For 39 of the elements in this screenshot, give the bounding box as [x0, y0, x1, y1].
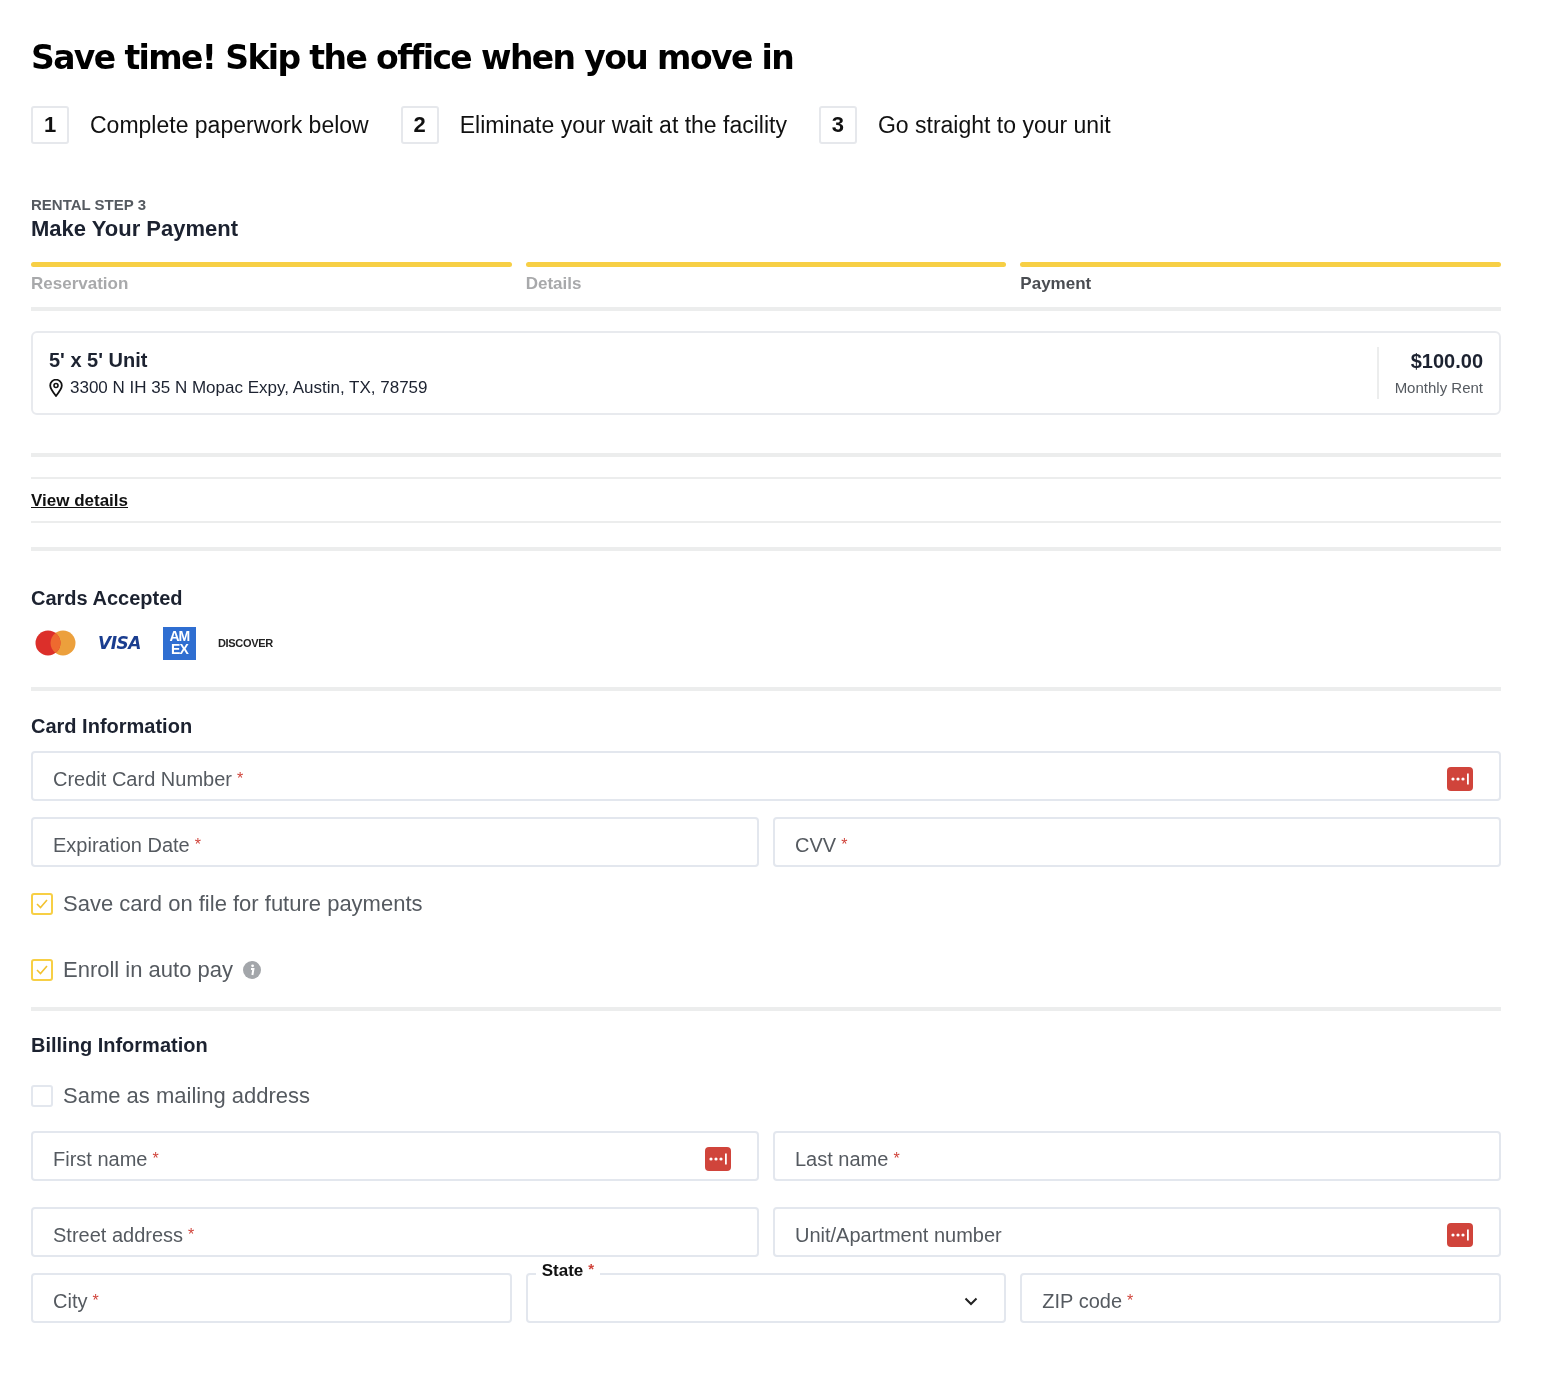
section-title: Cards Accepted — [31, 587, 184, 610]
step-text: Eliminate your wait at the facility — [459, 111, 787, 139]
checkbox-label: Enroll in auto pay — [63, 957, 233, 983]
step-number: 1 — [31, 106, 69, 144]
progress-step-label: Details — [525, 274, 583, 294]
visa-logo: VISA — [98, 633, 141, 653]
checkbox-label: Same as mailing address — [63, 1083, 310, 1109]
unit-address: 3300 N IH 35 N Mopac Expy, Austin, TX, 78759 — [70, 377, 428, 398]
checkbox[interactable] — [31, 959, 53, 981]
discover-logo: DISCOVER — [217, 637, 273, 649]
checkbox[interactable] — [31, 1085, 53, 1107]
amex-logo: AM EX — [162, 626, 196, 660]
password-manager-icon[interactable] — [1447, 767, 1473, 791]
unit-name: 5' x 5' Unit — [49, 348, 149, 372]
page-heading: Save time! Skip the office when you move in — [31, 37, 795, 79]
password-manager-icon[interactable] — [705, 1147, 731, 1171]
step-label: RENTAL STEP 3 — [31, 196, 148, 213]
chevron-down-icon — [964, 1296, 979, 1306]
checkmark-icon — [36, 965, 48, 975]
password-manager-icon[interactable] — [1447, 1223, 1473, 1247]
checkbox-label: Save card on file for future payments — [63, 891, 423, 917]
input-field[interactable]: Unit/Apartment number — [773, 1207, 1501, 1257]
view-details-link[interactable]: View details — [31, 491, 128, 510]
progress-step-label: Payment — [1020, 274, 1093, 294]
step-number: 3 — [818, 106, 857, 144]
step-title: Make Your Payment — [31, 216, 240, 242]
price: $100.00 — [1409, 350, 1483, 373]
checkbox[interactable] — [31, 893, 53, 915]
info-icon[interactable] — [243, 961, 261, 979]
step-text: Complete paperwork below — [90, 111, 369, 139]
map-pin-icon — [49, 378, 63, 397]
section-title: Billing Information — [31, 1034, 209, 1057]
checkmark-icon — [36, 899, 48, 909]
price-note: Monthly Rent — [1394, 379, 1483, 396]
step-text: Go straight to your unit — [877, 111, 1111, 139]
section-title: Card Information — [31, 715, 194, 738]
mastercard-logo-icon — [35, 630, 76, 656]
step-number: 2 — [400, 106, 439, 144]
progress-step-label: Reservation — [31, 274, 130, 294]
